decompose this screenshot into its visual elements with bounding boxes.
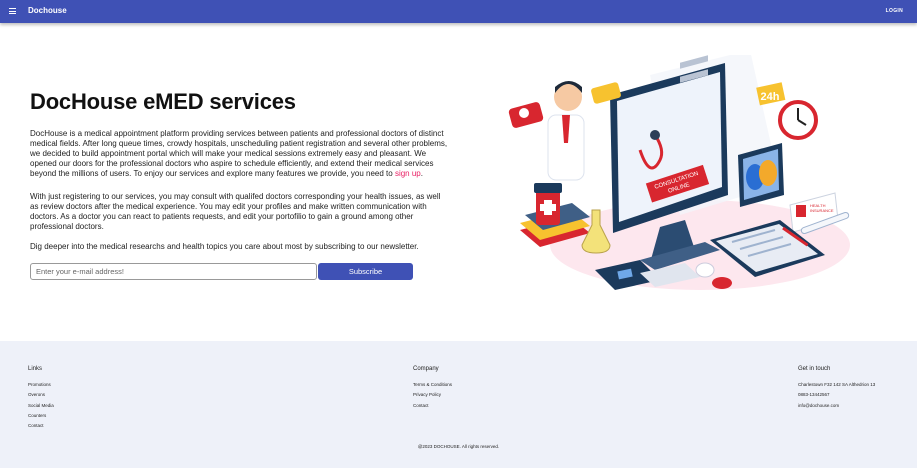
footer-link-promotions[interactable]: Promotions xyxy=(28,380,54,390)
footer-phone: 0883-13442567 xyxy=(798,392,830,398)
footer-link-contact[interactable]: Contact xyxy=(28,421,54,431)
copyright-text: @2023 DOCHOUSE. All rights reserved. xyxy=(417,444,500,449)
svg-text:INSURANCE: INSURANCE xyxy=(810,208,834,213)
page-title: DocHouse eMED services xyxy=(30,89,296,114)
footer-address: Charlestown F32 142 SA Althedrion 13 xyxy=(798,382,876,387)
intro-text: DocHouse is a medical appointment platfo… xyxy=(30,129,448,179)
footer-link-terms[interactable]: Terms & Conditions xyxy=(413,380,452,390)
footer-link-social-media[interactable]: Social Media xyxy=(28,401,54,411)
menu-icon[interactable] xyxy=(9,8,16,14)
login-button[interactable]: LOGIN xyxy=(886,8,903,14)
footer-link-counters[interactable]: Counters xyxy=(28,411,54,421)
footer-company-column: Company Terms & Conditions Privacy Polic… xyxy=(413,366,452,411)
svg-text:24h: 24h xyxy=(761,91,780,103)
newsletter-paragraph: Dig deeper into the medical researchs an… xyxy=(30,242,419,251)
intro-paragraph: DocHouse is a medical appointment platfo… xyxy=(30,129,450,179)
subscribe-button[interactable]: Subscribe xyxy=(318,263,413,280)
brand-title[interactable]: Dochouse xyxy=(28,6,67,15)
footer-link-overons[interactable]: Overons xyxy=(28,390,54,400)
footer: Links Promotions Overons Social Media Co… xyxy=(0,341,917,468)
email-input[interactable] xyxy=(30,263,317,280)
medical-illustration: CONSULTATION ONLINE 24h HEALTH INSURANCE xyxy=(508,55,850,290)
footer-company-heading: Company xyxy=(413,366,439,372)
doctor-figure xyxy=(547,81,585,181)
footer-links-heading: Links xyxy=(28,366,43,372)
intro-text-end: . xyxy=(420,169,423,179)
pill-bottle-icon xyxy=(534,183,562,225)
footer-contact-column: Get in touch Charlestown F32 142 SA Alth… xyxy=(798,366,875,411)
sign-up-link[interactable]: sign up xyxy=(395,169,421,178)
footer-email-link[interactable]: info@dochouse.com xyxy=(798,401,875,411)
footer-link-privacy[interactable]: Privacy Policy xyxy=(413,390,452,400)
app-bar: Dochouse LOGIN xyxy=(0,0,917,23)
footer-links-column: Links Promotions Overons Social Media Co… xyxy=(28,366,54,431)
footer-contact-heading: Get in touch xyxy=(798,366,831,372)
features-paragraph: With just registering to our services, y… xyxy=(30,192,441,232)
footer-link-company-contact[interactable]: Contact xyxy=(413,401,452,411)
